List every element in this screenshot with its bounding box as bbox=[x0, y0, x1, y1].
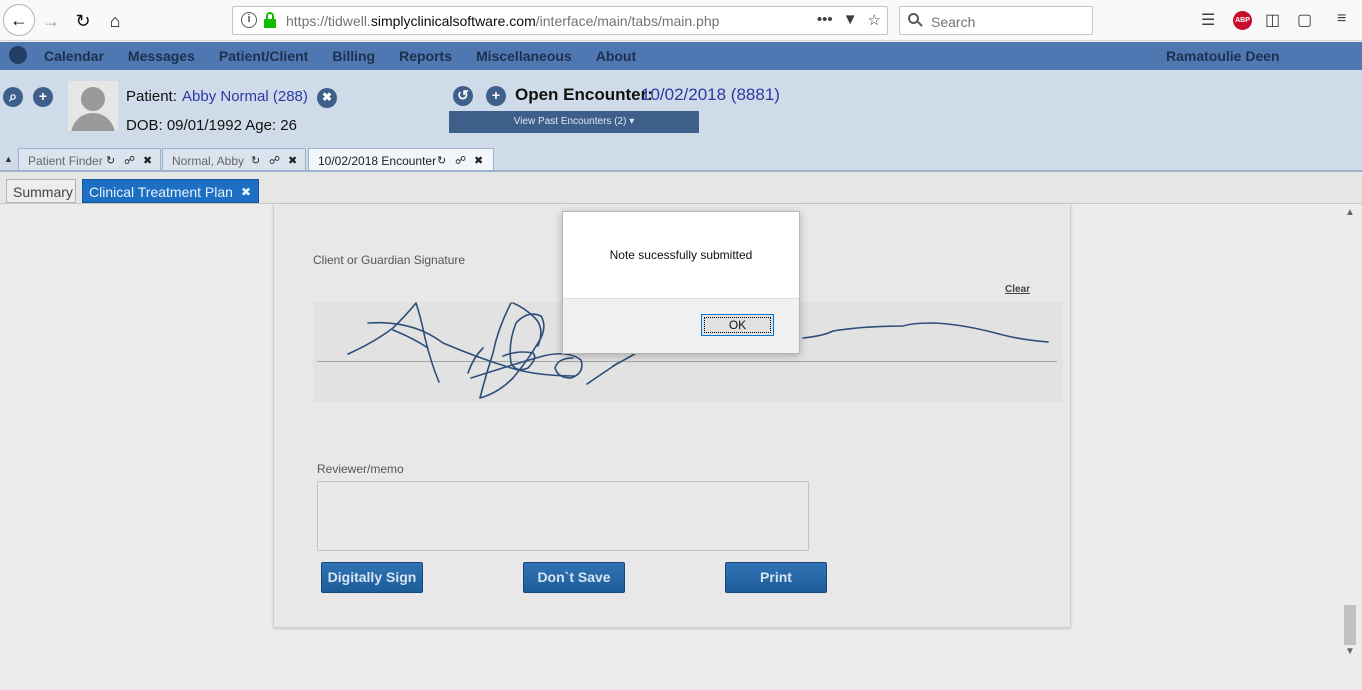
patient-label: Patient: bbox=[126, 88, 177, 105]
scroll-down-icon[interactable]: ▼ bbox=[1345, 646, 1355, 657]
subtab-clinical-treatment-plan[interactable]: Clinical Treatment Plan ✖ bbox=[82, 179, 259, 203]
adblock-icon[interactable]: ABP bbox=[1233, 11, 1252, 30]
library-icon[interactable]: ☰ bbox=[1201, 10, 1215, 30]
main-menu: Calendar Messages Patient/Client Billing… bbox=[44, 48, 660, 64]
subtab-summary[interactable]: Summary bbox=[6, 179, 76, 203]
alert-dialog: Note sucessfully submitted OK bbox=[562, 211, 800, 354]
content-scrollbar[interactable]: ▲ ▼ bbox=[1341, 204, 1359, 664]
dialog-message: Note sucessfully submitted bbox=[609, 248, 753, 262]
menu-billing[interactable]: Billing bbox=[332, 48, 375, 64]
home-icon[interactable]: ⌂ bbox=[100, 6, 130, 36]
main-tab-bar: ▲ Patient Finder ↻ ☍ ✖ Normal, Abby ↻ ☍ … bbox=[0, 148, 1362, 172]
browser-search-input[interactable]: Search bbox=[899, 6, 1093, 35]
tab-label: Patient Finder bbox=[28, 154, 103, 168]
forward-arrow-icon[interactable]: → bbox=[36, 6, 66, 36]
encounter-history-icon[interactable]: ↺ bbox=[453, 86, 473, 106]
close-icon[interactable]: ✖ bbox=[288, 154, 297, 167]
add-encounter-icon[interactable]: + bbox=[486, 86, 506, 106]
reload-icon[interactable]: ↻ bbox=[68, 6, 98, 36]
tab-patient-finder[interactable]: Patient Finder ↻ ☍ ✖ bbox=[18, 148, 161, 171]
url-prefix: https://tidwell. bbox=[286, 13, 371, 29]
url-actions: ••• ▼ ☆ bbox=[817, 11, 881, 29]
signature-label: Client or Guardian Signature bbox=[313, 253, 466, 267]
unlock-icon[interactable]: ☍ bbox=[269, 154, 280, 167]
avatar bbox=[68, 81, 118, 131]
bookmark-star-icon[interactable]: ☆ bbox=[868, 11, 881, 29]
back-arrow-icon[interactable]: ← bbox=[3, 4, 35, 36]
print-button[interactable]: Print bbox=[725, 562, 827, 593]
menu-miscellaneous[interactable]: Miscellaneous bbox=[476, 48, 572, 64]
encounter-label: Open Encounter: bbox=[515, 85, 653, 104]
container-icon[interactable]: ▢ bbox=[1297, 10, 1312, 30]
url-bar[interactable]: i https://tidwell.simplyclinicalsoftware… bbox=[232, 6, 888, 35]
scroll-up-icon[interactable]: ▲ bbox=[1345, 207, 1355, 218]
menu-calendar[interactable]: Calendar bbox=[44, 48, 104, 64]
encounter-link[interactable]: 10/02/2018 (8881) bbox=[641, 85, 780, 105]
dont-save-button[interactable]: Don`t Save bbox=[523, 562, 625, 593]
search-icon bbox=[908, 13, 923, 27]
url-host: simplyclinicalsoftware.com bbox=[370, 13, 536, 29]
page-actions-icon[interactable]: ••• bbox=[817, 11, 833, 29]
collapse-tabs-icon[interactable]: ▲ bbox=[4, 154, 13, 164]
add-patient-icon[interactable]: + bbox=[33, 87, 53, 107]
hamburger-menu-icon[interactable]: ≡ bbox=[1337, 10, 1346, 28]
refresh-icon[interactable]: ↻ bbox=[106, 154, 115, 167]
encounter-subtabs: Summary Clinical Treatment Plan ✖ bbox=[0, 172, 1362, 204]
tab-encounter[interactable]: 10/02/2018 Encounter ↻ ☍ ✖ bbox=[308, 148, 494, 172]
patient-dob-age: DOB: 09/01/1992 Age: 26 bbox=[126, 117, 297, 134]
close-icon[interactable]: ✖ bbox=[474, 154, 483, 167]
tab-label: 10/02/2018 Encounter bbox=[318, 154, 437, 168]
app-logo-icon[interactable] bbox=[9, 46, 27, 64]
unlock-icon[interactable]: ☍ bbox=[455, 154, 466, 167]
current-user-name[interactable]: Ramatoulie Deen bbox=[1166, 48, 1280, 64]
url-text[interactable]: https://tidwell.simplyclinicalsoftware.c… bbox=[286, 13, 719, 29]
subtab-label: Clinical Treatment Plan bbox=[89, 184, 233, 200]
reviewer-memo-label: Reviewer/memo bbox=[317, 462, 404, 476]
refresh-icon[interactable]: ↻ bbox=[437, 154, 446, 167]
url-path: /interface/main/tabs/main.php bbox=[535, 13, 720, 29]
digitally-sign-button[interactable]: Digitally Sign bbox=[321, 562, 423, 593]
clear-signature-link[interactable]: Clear bbox=[1005, 284, 1030, 295]
menu-messages[interactable]: Messages bbox=[128, 48, 195, 64]
pocket-icon[interactable]: ▼ bbox=[843, 11, 858, 29]
close-icon[interactable]: ✖ bbox=[241, 185, 251, 199]
dialog-footer: OK bbox=[563, 298, 799, 353]
ok-button[interactable]: OK bbox=[701, 314, 774, 336]
close-icon[interactable]: ✖ bbox=[143, 154, 152, 167]
view-past-encounters-button[interactable]: View Past Encounters (2) ▾ bbox=[449, 111, 699, 133]
close-patient-icon[interactable]: ✖ bbox=[317, 88, 337, 108]
menu-patient-client[interactable]: Patient/Client bbox=[219, 48, 308, 64]
sidebar-icon[interactable]: ◫ bbox=[1265, 10, 1280, 30]
menu-about[interactable]: About bbox=[596, 48, 636, 64]
tab-label: Normal, Abby bbox=[172, 154, 245, 168]
app-main-nav: Calendar Messages Patient/Client Billing… bbox=[0, 42, 1362, 70]
tab-patient-record[interactable]: Normal, Abby ↻ ☍ ✖ bbox=[162, 148, 306, 171]
reviewer-memo-field[interactable] bbox=[317, 481, 809, 551]
patient-name-link[interactable]: Abby Normal (288) bbox=[182, 88, 308, 105]
unlock-icon[interactable]: ☍ bbox=[124, 154, 135, 167]
search-placeholder: Search bbox=[931, 14, 976, 30]
scroll-thumb[interactable] bbox=[1344, 605, 1356, 645]
patient-search-icon[interactable]: ⌕ bbox=[3, 87, 23, 107]
menu-reports[interactable]: Reports bbox=[399, 48, 452, 64]
lock-icon bbox=[264, 12, 276, 28]
info-icon[interactable]: i bbox=[241, 12, 257, 28]
browser-toolbar: ← → ↻ ⌂ i https://tidwell.simplyclinical… bbox=[0, 0, 1362, 41]
refresh-icon[interactable]: ↻ bbox=[251, 154, 260, 167]
